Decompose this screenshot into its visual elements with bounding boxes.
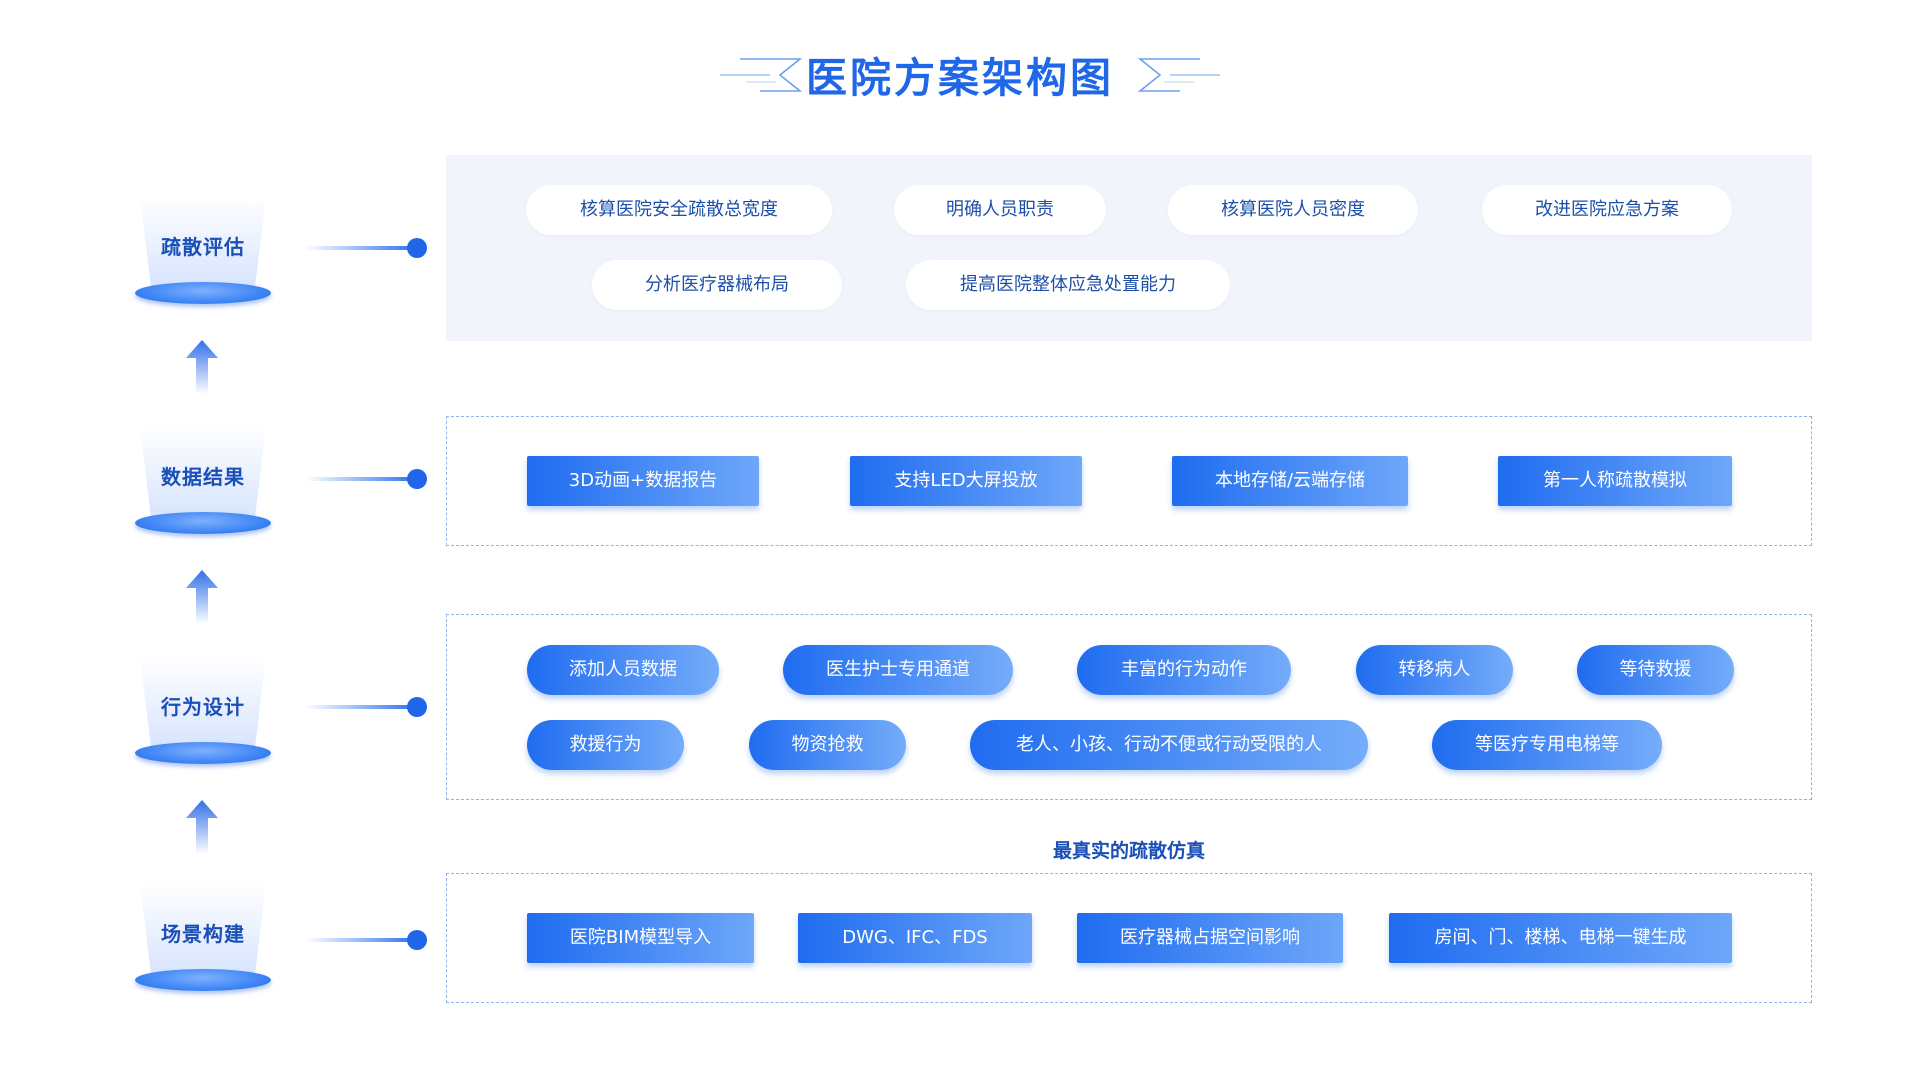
architecture-diagram: 医院方案架构图 疏散评估 数据结果 行为设计 场景构建 核算医院安全疏散总宽度 … xyxy=(0,0,1920,1080)
level-label: 疏散评估 xyxy=(161,235,245,259)
connector-dot xyxy=(407,697,427,717)
level-scene: 场景构建 xyxy=(118,883,288,1003)
evaluation-item: 明确人员职责 xyxy=(894,185,1106,235)
connector-evaluation xyxy=(305,238,427,258)
level-label: 数据结果 xyxy=(161,465,245,489)
connector-dot xyxy=(407,238,427,258)
evaluation-item: 改进医院应急方案 xyxy=(1482,185,1732,235)
scene-panel: 医院BIM模型导入 DWG、IFC、FDS 医疗器械占据空间影响 房间、门、楼梯… xyxy=(446,873,1812,1003)
connector-line xyxy=(305,938,415,942)
evaluation-item: 核算医院安全疏散总宽度 xyxy=(526,185,832,235)
pedestal-disk xyxy=(135,969,271,991)
connector-scene xyxy=(305,930,427,950)
connector-line xyxy=(305,477,415,481)
pedestal-disk xyxy=(135,742,271,764)
behavior-item: 等待救援 xyxy=(1577,645,1734,695)
evaluation-item: 分析医疗器械布局 xyxy=(592,260,842,310)
evaluation-item: 提高医院整体应急处置能力 xyxy=(906,260,1230,310)
connector-results xyxy=(305,469,427,489)
behavior-item: 救援行为 xyxy=(527,720,684,770)
pedestal-disk xyxy=(135,512,271,534)
scene-item: 医疗器械占据空间影响 xyxy=(1077,913,1343,963)
result-item: 支持LED大屏投放 xyxy=(850,456,1082,506)
results-panel: 3D动画+数据报告 支持LED大屏投放 本地存储/云端存储 第一人称疏散模拟 xyxy=(446,416,1812,546)
connector-line xyxy=(305,246,415,250)
title-right-decoration-icon xyxy=(1137,58,1220,92)
scene-item: DWG、IFC、FDS xyxy=(798,913,1032,963)
behavior-item: 医生护士专用通道 xyxy=(783,645,1013,695)
level-behavior: 行为设计 xyxy=(118,656,288,776)
page-title: 医院方案架构图 xyxy=(806,54,1114,102)
scene-item: 医院BIM模型导入 xyxy=(527,913,754,963)
connector-dot xyxy=(407,930,427,950)
result-item: 3D动画+数据报告 xyxy=(527,456,759,506)
behavior-item: 物资抢救 xyxy=(749,720,906,770)
scene-item: 房间、门、楼梯、电梯一键生成 xyxy=(1389,913,1732,963)
behavior-panel: 添加人员数据 医生护士专用通道 丰富的行为动作 转移病人 等待救援 救援行为 物… xyxy=(446,614,1812,800)
up-arrow-icon xyxy=(186,340,218,394)
connector-dot xyxy=(407,469,427,489)
behavior-item: 等医疗专用电梯等 xyxy=(1432,720,1662,770)
connector-line xyxy=(305,705,415,709)
evaluation-item: 核算医院人员密度 xyxy=(1168,185,1418,235)
result-item: 本地存储/云端存储 xyxy=(1172,456,1408,506)
behavior-item: 丰富的行为动作 xyxy=(1077,645,1291,695)
up-arrow-icon xyxy=(186,570,218,624)
behavior-item: 老人、小孩、行动不便或行动受限的人 xyxy=(970,720,1368,770)
up-arrow-icon xyxy=(186,800,218,854)
pedestal-disk xyxy=(135,282,271,304)
behavior-item: 转移病人 xyxy=(1356,645,1513,695)
result-item: 第一人称疏散模拟 xyxy=(1498,456,1732,506)
level-evaluation: 疏散评估 xyxy=(118,196,288,316)
level-label: 场景构建 xyxy=(161,922,245,946)
evaluation-panel: 核算医院安全疏散总宽度 明确人员职责 核算医院人员密度 改进医院应急方案 分析医… xyxy=(446,155,1812,341)
connector-behavior xyxy=(305,697,427,717)
behavior-item: 添加人员数据 xyxy=(527,645,719,695)
level-label: 行为设计 xyxy=(161,695,245,719)
level-results: 数据结果 xyxy=(118,426,288,546)
scene-subtitle: 最真实的疏散仿真 xyxy=(1052,840,1205,862)
